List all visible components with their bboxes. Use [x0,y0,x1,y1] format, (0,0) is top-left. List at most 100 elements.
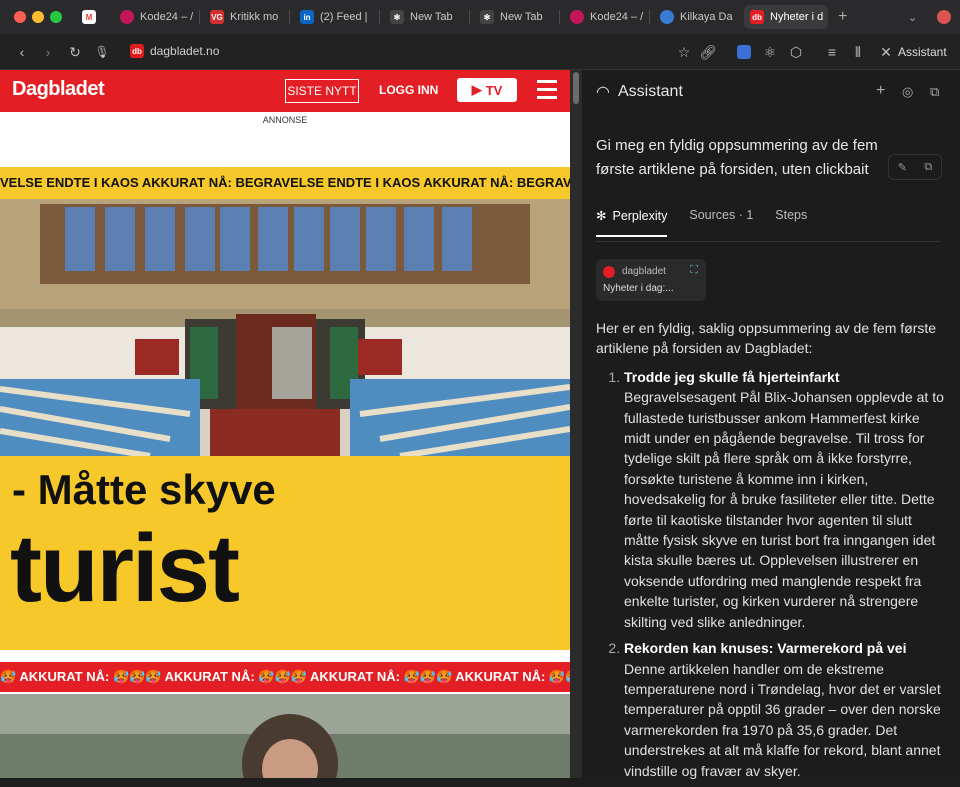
perplexity-icon: ✻ [596,209,607,223]
source-title: Nyheter i dag:... [603,283,674,294]
answer-body: Her er en fyldig, saklig oppsummering av… [596,318,946,787]
forward-arrow-icon[interactable]: › [38,42,58,62]
query-line-2: første artiklene på forsiden, uten click… [596,161,869,178]
microphone-icon[interactable]: 🎙︎ [92,42,112,62]
scan-icon[interactable]: ⛶ [690,264,698,277]
bookmark-star-icon[interactable]: ☆ [674,42,694,62]
query-tools: ✎ ⧉ [888,154,942,180]
browser-tab[interactable]: M [82,5,110,29]
breaking-news-ticker[interactable]: VELSE ENDTE I KAOS AKKURAT NÅ: BEGRAVELS… [0,167,570,199]
linkedin-icon: in [300,10,314,24]
browser-tab[interactable]: Kode24 – / [570,5,650,29]
tab-label: New Tab [410,11,453,23]
browser-tab-active[interactable]: db Nyheter i d [744,5,828,29]
tab-label: Kritikk mo [230,11,279,23]
list-item: Rekorden kan knuses: Varmerekord på vei … [624,638,946,781]
answer-intro: Her er en fyldig, saklig oppsummering av… [596,320,937,357]
tv-label: TV [485,82,503,98]
item-title: Rekorden kan knuses: Varmerekord på vei [624,640,907,657]
url-text: dagbladet.no [150,44,220,58]
page-scrollbar[interactable] [570,70,582,778]
site-header: Dagbladet SISTE NYTT LOGG INN ▶ TV [0,70,570,112]
address-bar[interactable]: db dagbladet.no [130,44,219,58]
tab-sources[interactable]: Sources · 1 [689,208,753,237]
kode24-icon [570,10,584,24]
assistant-label[interactable]: Assistant [898,45,947,59]
new-chat-plus-icon[interactable]: + [876,82,885,100]
expand-panel-icon[interactable]: ⧉ [930,84,939,100]
audio-waves-icon[interactable]: ⫴ [848,42,868,62]
extension-shield-icon[interactable] [734,42,754,62]
db-icon: db [750,10,764,24]
headline-box[interactable]: - Måtte skyve turist [0,456,570,650]
ad-label: ANNONSE [262,115,308,125]
copy-icon[interactable]: ⧉ [924,161,932,174]
tab-label: Kode24 – / [590,11,644,23]
tab-label: (2) Feed | [320,11,368,23]
answer-tabs: ✻ Perplexity Sources · 1 Steps [596,208,829,237]
breaking-news-ticker-2[interactable]: 🥵 AKKURAT NÅ: 🥵🥵🥵 AKKURAT NÅ: 🥵🥵🥵 AKKURA… [0,662,570,692]
browser-tab[interactable]: ✻ New Tab [390,5,470,29]
web-page: Dagbladet SISTE NYTT LOGG INN ▶ TV ANNONS… [0,70,570,778]
close-window-button[interactable] [14,11,26,23]
kode24-icon [120,10,134,24]
browser-tab-bar: M Kode24 – / VG Kritikk mo in (2) Feed |… [0,0,960,34]
hamburger-menu-icon[interactable] [537,80,557,100]
scrollbar-thumb[interactable] [573,72,579,104]
assistant-logo-icon: ◠ [596,84,610,101]
reload-icon[interactable]: ↻ [65,42,85,62]
profile-avatar[interactable] [937,10,951,24]
tabs-divider [596,241,940,242]
back-arrow-icon[interactable]: ‹ [12,42,32,62]
tab-label: Kilkaya Da [680,11,733,23]
tv-button[interactable]: ▶ TV [457,78,517,102]
headline-line-2: turist [10,515,240,622]
assistant-panel: ◠ Assistant + ◎ ⧉ Gi meg en fyldig oppsu… [582,70,960,779]
item-text: Begravelsesagent Pål Blix-Johansen opple… [624,389,944,630]
perplexity-icon: ✻ [480,10,494,24]
close-assistant-icon[interactable]: ✕ [876,42,896,62]
tab-perplexity[interactable]: ✻ Perplexity [596,208,668,237]
source-name: dagbladet [622,266,666,277]
summary-list: Trodde jeg skulle få hjerteinfarkt Begra… [596,367,946,781]
vg-icon: VG [210,10,224,24]
edit-icon[interactable]: ✎ [898,161,907,174]
user-query: Gi meg en fyldig oppsummering av de fem … [596,134,936,182]
tab-list-chevron-icon[interactable]: ⌄ [908,5,922,29]
tab-label: New Tab [500,11,543,23]
atom-icon[interactable]: ⚛ [760,42,780,62]
browser-tab[interactable]: ✻ New Tab [480,5,560,29]
source-card[interactable]: dagbladet ⛶ Nyheter i dag:... [596,259,706,301]
kilkaya-icon [660,10,674,24]
church-interior-photo[interactable] [0,199,570,456]
new-tab-button[interactable]: + [838,5,854,29]
puzzle-extensions-icon[interactable]: ⬡ [786,42,806,62]
tab-steps[interactable]: Steps [775,208,807,237]
dagbladet-favicon [603,266,615,278]
tab-label: Nyheter i d [770,11,824,23]
item-text: Denne artikkelen handler om de ekstreme … [624,660,941,779]
site-logo[interactable]: Dagbladet [12,78,105,101]
gmail-icon: M [82,10,96,24]
browser-toolbar: ‹ › ↻ 🎙︎ db dagbladet.no ☆ 🔗︎ ⚛ ⬡ ≡ ⫴ ✕ … [0,34,960,70]
headline-line-1: - Måtte skyve [12,466,276,513]
siste-nytt-button[interactable]: SISTE NYTT [285,79,359,103]
browser-tab[interactable]: in (2) Feed | [300,5,380,29]
perplexity-icon: ✻ [390,10,404,24]
browser-tab[interactable]: Kode24 – / [120,5,200,29]
browser-tab[interactable]: VG Kritikk mo [210,5,290,29]
browser-tab[interactable]: Kilkaya Da [660,5,740,29]
broadcast-icon[interactable]: ◎ [902,84,913,100]
assistant-header: ◠ Assistant [596,82,683,102]
play-icon: ▶ [471,82,482,97]
link-icon[interactable]: 🔗︎ [698,42,718,62]
db-icon: db [130,44,144,58]
assistant-title: Assistant [617,83,683,100]
article-photo[interactable] [0,694,570,778]
login-button[interactable]: LOGG INN [379,83,438,97]
minimize-window-button[interactable] [32,11,44,23]
menu-lines-icon[interactable]: ≡ [822,42,842,62]
list-item: Trodde jeg skulle få hjerteinfarkt Begra… [624,367,946,632]
query-line-1: Gi meg en fyldig oppsummering av de fem [596,137,878,154]
maximize-window-button[interactable] [50,11,62,23]
